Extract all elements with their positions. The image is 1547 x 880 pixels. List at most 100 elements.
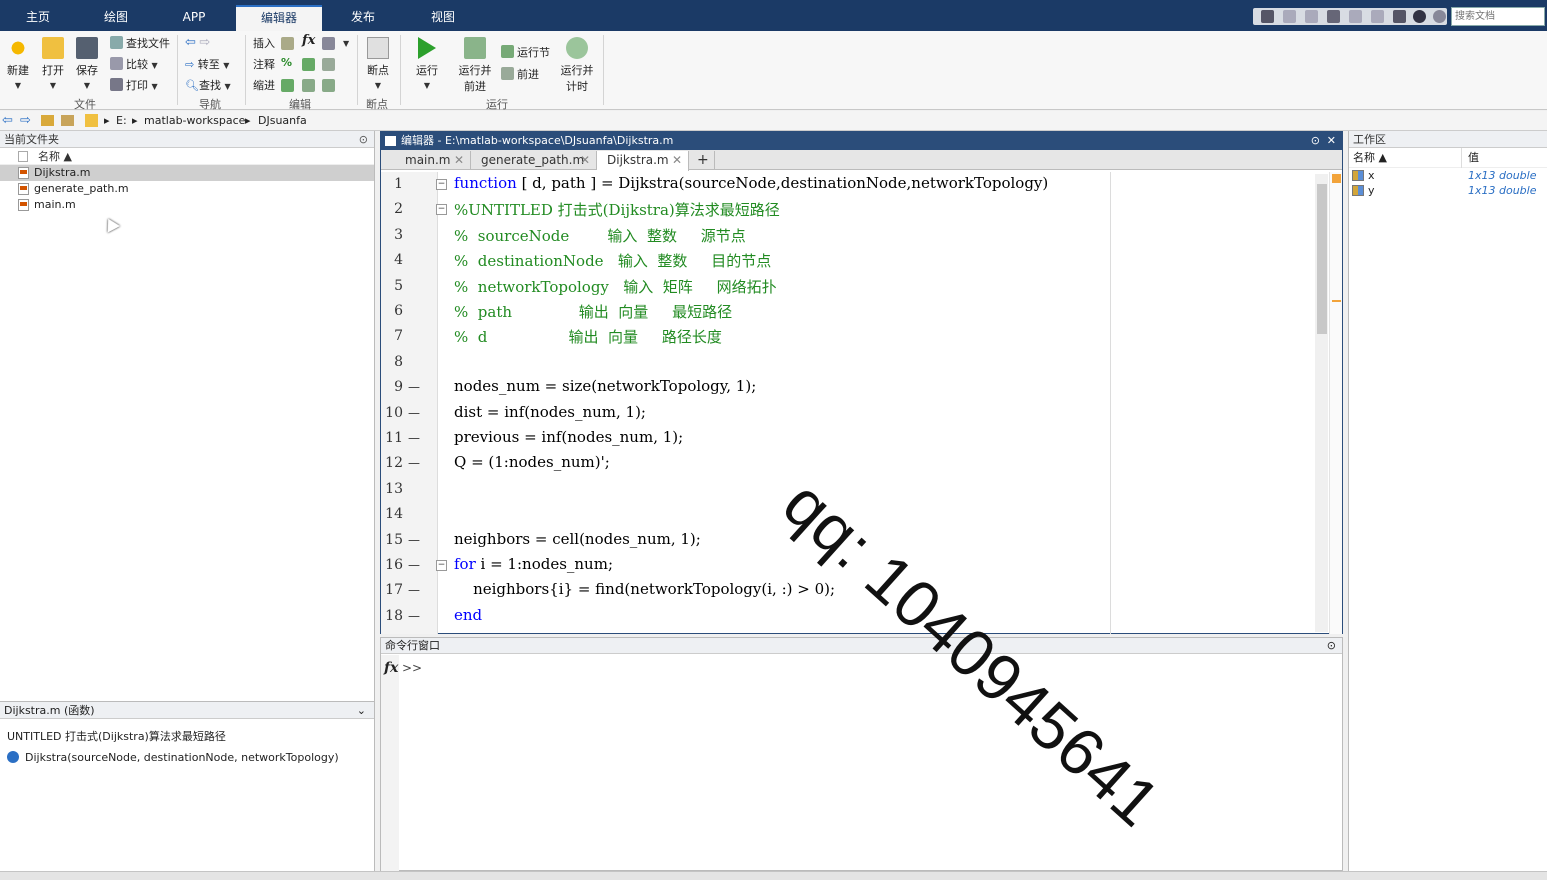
fold-toggle-icon[interactable]: − <box>436 204 447 216</box>
tab-view[interactable]: 视图 <box>404 6 482 31</box>
code-line[interactable]: % path 输出 向量 最短路径 <box>454 301 732 322</box>
wrap-comments-icon[interactable] <box>322 58 335 71</box>
line-number[interactable]: 14 <box>381 506 403 522</box>
tab-home[interactable]: 主页 <box>0 6 76 31</box>
find-button[interactable]: 🔍︎查找 ▼ <box>185 77 231 93</box>
code-line[interactable]: function [ d, path ] = Dijkstra(sourceNo… <box>454 174 1048 192</box>
breakpoint-marker[interactable]: — <box>408 609 420 623</box>
code-line[interactable]: % sourceNode 输入 整数 源节点 <box>454 225 746 246</box>
print-button[interactable]: 打印 ▼ <box>110 77 158 93</box>
line-number[interactable]: 6 <box>381 303 403 319</box>
tab-publish[interactable]: 发布 <box>324 6 402 31</box>
warning-indicator-icon[interactable] <box>1332 174 1341 183</box>
new-button[interactable]: 新建 ▼ <box>2 37 34 91</box>
breadcrumb-drive[interactable]: E: <box>116 111 127 131</box>
command-prompt[interactable]: >> <box>402 661 422 675</box>
breadcrumb-folder[interactable]: DJsuanfa <box>258 111 307 131</box>
panel-menu-icon[interactable]: ⊙ <box>1327 638 1336 654</box>
goto-button[interactable]: ⇨ 转至 ▼ <box>185 56 229 72</box>
breadcrumb-folder[interactable]: matlab-workspace <box>144 111 245 131</box>
function-browser-icon[interactable]: fx <box>384 660 398 676</box>
decrease-indent-icon[interactable] <box>302 79 315 92</box>
back-arrow-icon[interactable]: ⇦ <box>185 35 196 50</box>
run-button[interactable]: 运行 ▼ <box>411 37 443 91</box>
code-line[interactable]: % d 输出 向量 路径长度 <box>454 326 722 347</box>
fold-toggle-icon[interactable]: − <box>436 179 447 190</box>
tab-main-m[interactable]: main.m ✕ <box>395 151 471 170</box>
tab-generate-path-m[interactable]: generate_path.m ✕ <box>471 151 597 170</box>
code-line[interactable]: % destinationNode 输入 整数 目的节点 <box>454 250 771 271</box>
uncomment-icon[interactable] <box>302 58 315 71</box>
paste-icon[interactable] <box>1327 10 1340 23</box>
line-number[interactable]: 17 <box>381 582 403 598</box>
undo-icon[interactable] <box>1349 10 1362 23</box>
scrollbar-thumb[interactable] <box>1317 184 1327 334</box>
close-icon[interactable]: ✕ <box>454 151 464 169</box>
fold-toggle-icon[interactable]: − <box>436 560 447 571</box>
save-button[interactable]: 保存 ▼ <box>71 37 103 91</box>
add-tab-button[interactable]: + <box>689 151 715 170</box>
find-files-button[interactable]: 查找文件 <box>110 35 170 51</box>
line-number[interactable]: 16 <box>381 557 403 573</box>
line-number[interactable]: 11 <box>381 430 403 446</box>
code-line[interactable]: nodes_num = size(networkTopology, 1); <box>454 377 756 395</box>
line-number[interactable]: 2 <box>381 201 403 217</box>
redo-icon[interactable] <box>1371 10 1384 23</box>
save-icon[interactable] <box>1261 10 1274 23</box>
insert-button[interactable]: 插入 <box>253 35 275 51</box>
workspace-variable-row[interactable]: y 1x13 double <box>1349 183 1547 198</box>
code-line[interactable]: %UNTITLED 打击式(Dijkstra)算法求最短路径 <box>454 199 780 220</box>
search-docs-input[interactable] <box>1451 7 1545 26</box>
code-line[interactable]: end <box>454 606 482 624</box>
open-button[interactable]: 打开 ▼ <box>37 37 69 91</box>
breakpoint-marker[interactable]: — <box>408 431 420 445</box>
warning-marker[interactable] <box>1332 300 1341 302</box>
insert-function-button[interactable]: fx <box>302 33 315 48</box>
file-list-item[interactable]: main.m <box>0 197 374 213</box>
name-column-header[interactable]: 名称 ▲ <box>1353 148 1387 168</box>
back-icon[interactable]: ⇦ <box>2 111 13 131</box>
breakpoints-button[interactable]: 断点 ▼ <box>362 37 394 91</box>
code-line[interactable]: previous = inf(nodes_num, 1); <box>454 428 683 446</box>
breakpoint-marker[interactable]: — <box>408 583 420 597</box>
editor-menu-icon[interactable]: ⊙ <box>1311 132 1320 150</box>
tab-editor[interactable]: 编辑器 <box>236 5 322 31</box>
name-column-header[interactable]: 名称 ▲ <box>0 148 374 165</box>
line-number[interactable]: 4 <box>381 252 403 268</box>
up-folder-icon[interactable] <box>41 115 54 126</box>
line-number[interactable]: 15 <box>381 532 403 548</box>
line-number[interactable]: 1 <box>381 176 403 192</box>
file-list-item[interactable]: generate_path.m <box>0 181 374 197</box>
advance-button[interactable]: 前进 <box>501 66 539 82</box>
breakpoint-marker[interactable]: — <box>408 380 420 394</box>
line-number[interactable]: 3 <box>381 227 403 243</box>
breakpoint-marker[interactable]: — <box>408 406 420 420</box>
run-and-advance-button[interactable]: 运行并 前进 <box>455 37 495 94</box>
line-number[interactable]: 7 <box>381 328 403 344</box>
run-and-time-button[interactable]: 运行并 计时 <box>558 37 596 94</box>
line-number[interactable]: 8 <box>381 354 403 370</box>
editor-scrollbar[interactable] <box>1315 174 1328 632</box>
run-section-button[interactable]: 运行节 <box>501 44 550 60</box>
smart-indent-icon[interactable] <box>281 79 294 92</box>
browse-folder-icon[interactable] <box>61 115 74 126</box>
cut-icon[interactable] <box>1283 10 1296 23</box>
switch-windows-icon[interactable] <box>1393 10 1406 23</box>
close-icon[interactable]: ✕ <box>1327 132 1336 150</box>
breakpoint-marker[interactable]: — <box>408 533 420 547</box>
details-header[interactable]: Dijkstra.m (函数) ⌄ <box>0 701 374 719</box>
increase-indent-icon[interactable] <box>322 79 335 92</box>
code-line[interactable]: neighbors = cell(nodes_num, 1); <box>454 530 701 548</box>
comment-button[interactable]: 注释 <box>253 56 275 72</box>
indent-button[interactable]: 缩进 <box>253 77 275 93</box>
line-number[interactable]: 5 <box>381 278 403 294</box>
file-list-item[interactable]: Dijkstra.m <box>0 165 374 181</box>
workspace-variable-row[interactable]: x 1x13 double <box>1349 168 1547 183</box>
copy-icon[interactable] <box>1305 10 1318 23</box>
help-icon[interactable] <box>1413 10 1426 23</box>
insert-section-icon[interactable] <box>281 37 294 50</box>
code-line[interactable]: Q = (1:nodes_num)'; <box>454 453 610 471</box>
forward-arrow-icon[interactable]: ⇨ <box>199 35 210 50</box>
value-column-header[interactable]: 值 <box>1468 148 1479 168</box>
line-number[interactable]: 10 <box>381 405 403 421</box>
